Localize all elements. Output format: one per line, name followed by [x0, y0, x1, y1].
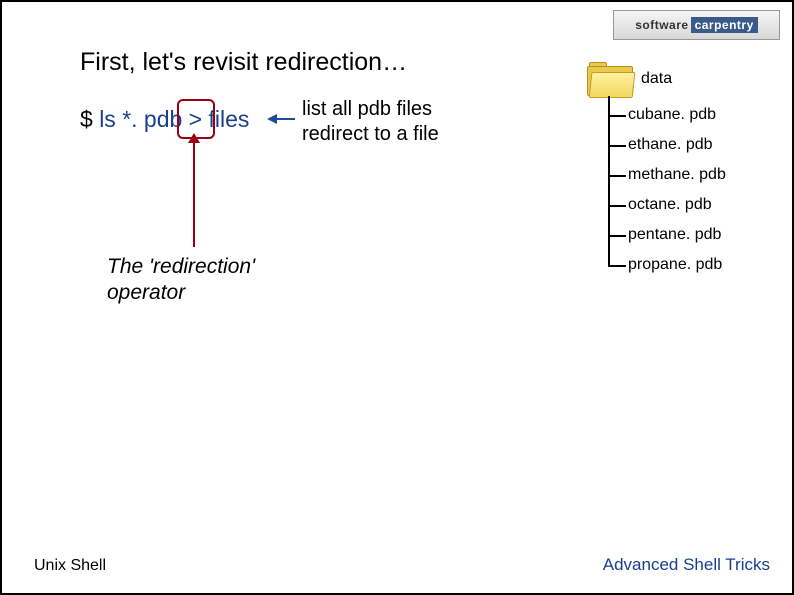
logo-right: carpentry — [691, 17, 758, 33]
pointer-line — [193, 135, 195, 247]
tree-item: ethane. pdb — [628, 130, 762, 160]
tree-item: methane. pdb — [628, 160, 762, 190]
file-label: octane. pdb — [628, 196, 712, 214]
caption-line-1: The 'redirection' — [107, 254, 255, 280]
file-label: pentane. pdb — [628, 226, 721, 244]
arrow-icon — [267, 112, 297, 126]
logo: software carpentry — [613, 10, 780, 40]
file-label: methane. pdb — [628, 166, 726, 184]
logo-left: software — [635, 18, 688, 32]
file-label: propane. pdb — [628, 256, 722, 274]
footer-right: Advanced Shell Tricks — [603, 555, 770, 575]
caption-block: The 'redirection' operator — [107, 254, 255, 307]
file-label: ethane. pdb — [628, 136, 713, 154]
explain-line-1: list all pdb files — [302, 97, 439, 122]
caption-line-2: operator — [107, 280, 255, 306]
prompt: $ — [80, 106, 93, 132]
slide: software carpentry First, let's revisit … — [0, 0, 794, 595]
file-label: cubane. pdb — [628, 106, 716, 124]
tree-list: cubane. pdb ethane. pdb methane. pdb oct… — [608, 100, 762, 280]
file-tree: data cubane. pdb ethane. pdb methane. pd… — [587, 62, 762, 280]
footer-left: Unix Shell — [34, 557, 106, 575]
tree-item: propane. pdb — [628, 250, 762, 280]
tree-trunk — [608, 96, 610, 265]
command-text: ls *. pdb > files — [99, 106, 249, 132]
slide-heading: First, let's revisit redirection… — [80, 48, 407, 77]
explain-line-2: redirect to a file — [302, 122, 439, 147]
command-line: $ ls *. pdb > files — [80, 106, 249, 133]
folder-label: data — [641, 70, 672, 88]
tree-item: pentane. pdb — [628, 220, 762, 250]
tree-item: cubane. pdb — [628, 100, 762, 130]
tree-item: octane. pdb — [628, 190, 762, 220]
folder-row: data — [587, 62, 762, 96]
explain-block: list all pdb files redirect to a file — [302, 97, 439, 147]
folder-icon — [587, 62, 631, 96]
